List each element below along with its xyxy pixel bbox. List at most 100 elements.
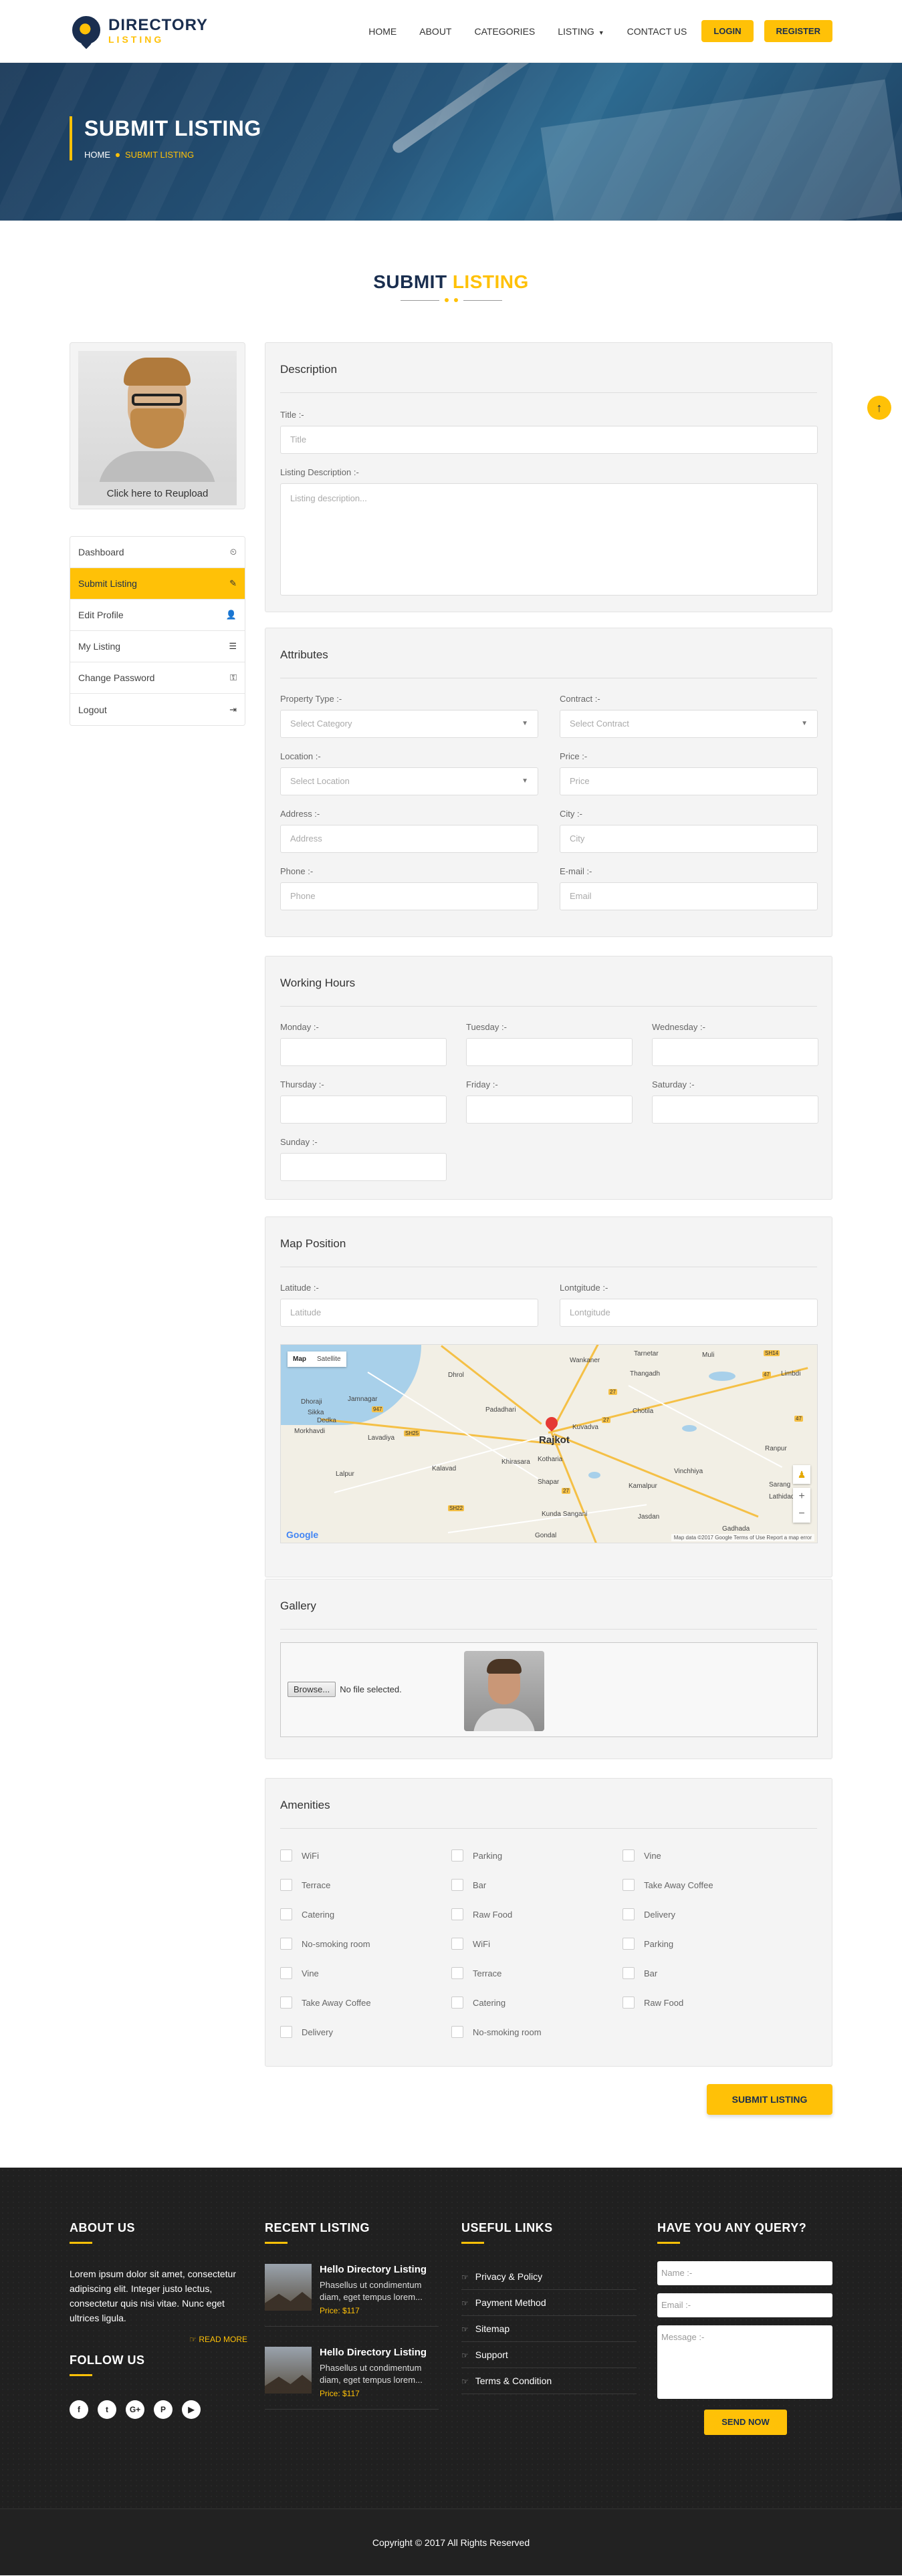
twitter-icon[interactable]: t (98, 2400, 116, 2419)
footer-link[interactable]: ☞ Terms & Condition (461, 2368, 637, 2394)
street-view-pegman-icon[interactable]: ♟ (793, 1465, 810, 1484)
latitude-input[interactable]: Latitude (280, 1299, 538, 1327)
footer-message-textarea[interactable]: Message :- (657, 2325, 832, 2399)
map-tab[interactable]: Map (288, 1351, 312, 1367)
address-input[interactable]: Address (280, 825, 538, 853)
sidebar-item-edit-profile[interactable]: Edit Profile 👤 (70, 600, 245, 631)
sidebar-item-submit-listing[interactable]: Submit Listing ✎ (70, 568, 245, 600)
amenity-checkbox[interactable] (623, 1997, 635, 2009)
send-now-button[interactable]: SEND NOW (704, 2410, 787, 2435)
pinterest-icon[interactable]: P (154, 2400, 173, 2419)
email-input[interactable]: Email (560, 882, 818, 910)
nav-about[interactable]: ABOUT (419, 26, 451, 37)
amenity-option[interactable]: Take Away Coffee (623, 1879, 713, 1891)
amenity-option[interactable]: WiFi (451, 1938, 490, 1950)
footer-link[interactable]: ☞ Privacy & Policy (461, 2264, 637, 2290)
sidebar-item-dashboard[interactable]: Dashboard ⏲ (70, 537, 245, 568)
amenity-option[interactable]: Catering (451, 1997, 505, 2009)
scroll-to-top-button[interactable]: ↑ (867, 396, 891, 420)
nav-categories[interactable]: CATEGORIES (474, 26, 535, 37)
amenity-option[interactable]: Vine (280, 1967, 319, 1979)
amenity-checkbox[interactable] (280, 2026, 292, 2038)
wednesday-input[interactable] (652, 1038, 818, 1066)
footer-link[interactable]: ☞ Support (461, 2342, 637, 2368)
amenity-checkbox[interactable] (451, 1967, 463, 1979)
amenity-checkbox[interactable] (623, 1908, 635, 1920)
amenity-option[interactable]: Vine (623, 1849, 661, 1861)
satellite-tab[interactable]: Satellite (312, 1351, 346, 1367)
amenity-checkbox[interactable] (623, 1879, 635, 1891)
listing-description-textarea[interactable]: Listing description... (280, 483, 818, 596)
title-input[interactable]: Title (280, 426, 818, 454)
sunday-input[interactable] (280, 1153, 447, 1181)
sidebar-item-my-listing[interactable]: My Listing ☰ (70, 631, 245, 662)
amenity-option[interactable]: Delivery (623, 1908, 675, 1920)
amenity-option[interactable]: No-smoking room (451, 2026, 542, 2038)
tuesday-input[interactable] (466, 1038, 633, 1066)
amenity-option[interactable]: Bar (623, 1967, 657, 1979)
amenity-checkbox[interactable] (623, 1938, 635, 1950)
amenity-checkbox[interactable] (623, 1967, 635, 1979)
gallery-thumbnail[interactable] (464, 1651, 544, 1731)
amenity-option[interactable]: Take Away Coffee (280, 1997, 371, 2009)
city-input[interactable]: City (560, 825, 818, 853)
friday-input[interactable] (466, 1096, 633, 1124)
recent-listing-item[interactable]: Hello Directory Listing Phasellus ut cond… (265, 2264, 439, 2327)
location-select[interactable]: Select Location ▼ (280, 767, 538, 795)
google-plus-icon[interactable]: G+ (126, 2400, 144, 2419)
facebook-icon[interactable]: f (70, 2400, 88, 2419)
sidebar-item-change-password[interactable]: Change Password ⚿ (70, 662, 245, 694)
longitude-input[interactable]: Lontgitude (560, 1299, 818, 1327)
sidebar-item-logout[interactable]: Logout ⇥ (70, 694, 245, 725)
footer-link[interactable]: ☞ Payment Method (461, 2290, 637, 2316)
amenity-checkbox[interactable] (451, 1997, 463, 2009)
contract-select[interactable]: Select Contract ▼ (560, 710, 818, 738)
amenity-option[interactable]: Delivery (280, 2026, 333, 2038)
amenity-checkbox[interactable] (451, 1849, 463, 1861)
register-button[interactable]: REGISTER (764, 20, 832, 42)
nav-contact[interactable]: CONTACT US (627, 26, 687, 37)
amenity-checkbox[interactable] (280, 1997, 292, 2009)
amenity-option[interactable]: Bar (451, 1879, 486, 1891)
amenity-option[interactable]: Terrace (280, 1879, 330, 1891)
zoom-in-button[interactable]: + (793, 1488, 810, 1505)
amenity-option[interactable]: WiFi (280, 1849, 319, 1861)
amenity-option[interactable]: No-smoking room (280, 1938, 370, 1950)
thursday-input[interactable] (280, 1096, 447, 1124)
amenity-checkbox[interactable] (280, 1908, 292, 1920)
amenity-checkbox[interactable] (451, 1938, 463, 1950)
submit-listing-button[interactable]: SUBMIT LISTING (707, 2084, 832, 2115)
property-type-select[interactable]: Select Category ▼ (280, 710, 538, 738)
amenity-checkbox[interactable] (280, 1967, 292, 1979)
footer-name-input[interactable]: Name :- (657, 2261, 832, 2285)
amenity-checkbox[interactable] (280, 1938, 292, 1950)
file-input[interactable]: Browse... No file selected. (288, 1682, 402, 1697)
amenity-checkbox[interactable] (280, 1849, 292, 1861)
breadcrumb-home[interactable]: HOME (84, 150, 110, 160)
amenity-option[interactable]: Raw Food (623, 1997, 683, 2009)
browse-button[interactable]: Browse... (288, 1682, 336, 1697)
amenity-option[interactable]: Parking (623, 1938, 673, 1950)
footer-email-input[interactable]: Email :- (657, 2293, 832, 2317)
nav-home[interactable]: HOME (368, 26, 397, 37)
map-attribution[interactable]: Map data ©2017 Google Terms of Use Repor… (671, 1534, 814, 1541)
location-map[interactable]: 947 SH25 27 47 27 SH22 27 47 SH14 Jamnag… (280, 1344, 818, 1543)
youtube-icon[interactable]: ▶ (182, 2400, 201, 2419)
amenity-checkbox[interactable] (451, 2026, 463, 2038)
amenity-option[interactable]: Parking (451, 1849, 502, 1861)
amenity-checkbox[interactable] (451, 1908, 463, 1920)
phone-input[interactable]: Phone (280, 882, 538, 910)
amenity-checkbox[interactable] (451, 1879, 463, 1891)
footer-link[interactable]: ☞ Sitemap (461, 2316, 637, 2342)
amenity-option[interactable]: Terrace (451, 1967, 501, 1979)
amenity-checkbox[interactable] (623, 1849, 635, 1861)
login-button[interactable]: LOGIN (701, 20, 754, 42)
reupload-button[interactable]: Click here to Reupload (78, 482, 237, 505)
amenity-option[interactable]: Raw Food (451, 1908, 512, 1920)
amenity-option[interactable]: Catering (280, 1908, 334, 1920)
saturday-input[interactable] (652, 1096, 818, 1124)
amenity-checkbox[interactable] (280, 1879, 292, 1891)
nav-listing[interactable]: LISTING ▼ (558, 26, 604, 37)
recent-listing-item[interactable]: Hello Directory Listing Phasellus ut cond… (265, 2347, 439, 2410)
zoom-out-button[interactable]: − (793, 1505, 810, 1523)
